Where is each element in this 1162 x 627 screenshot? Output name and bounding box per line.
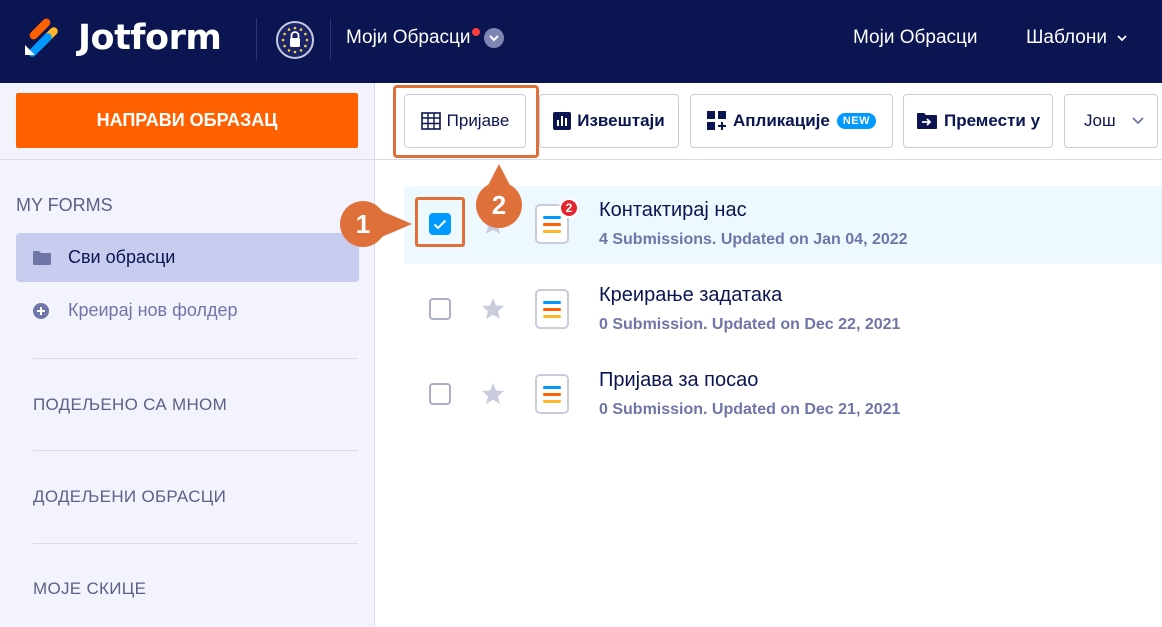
apps-label: Апликације	[732, 111, 830, 130]
sidebar: НАПРАВИ ОБРАЗАЦ MY FORMS Сви обрасци Кре…	[0, 83, 375, 627]
apps-grid-plus-icon	[706, 111, 727, 131]
move-folder-icon	[916, 112, 938, 130]
notification-dot	[471, 28, 480, 36]
form-meta: 4 Submissions. Updated on Jan 04, 2022	[599, 231, 908, 248]
my-forms-dropdown-label: Моји Обрасци	[346, 27, 471, 48]
form-title[interactable]: Контактирај нас	[599, 199, 747, 222]
divider	[0, 159, 374, 160]
annotation-step-2: 2	[476, 182, 522, 228]
form-checkbox[interactable]	[429, 298, 451, 320]
new-submissions-badge: 2	[559, 198, 579, 218]
chevron-down-icon	[1117, 34, 1127, 42]
my-forms-dropdown[interactable]: Моји Обрасци	[346, 27, 504, 49]
reports-button[interactable]: Извештаји	[539, 94, 679, 148]
sidebar-item-label: Сви обрасци	[68, 247, 176, 267]
divider	[33, 450, 358, 451]
divider	[33, 358, 358, 359]
header-divider	[256, 18, 257, 60]
more-dropdown-button[interactable]: Још	[1064, 94, 1158, 148]
jotform-logo[interactable]: Jotform	[22, 18, 222, 58]
sidebar-section-assigned-forms[interactable]: ДОДЕЉЕНИ ОБРАСЦИ	[33, 487, 226, 507]
jotform-logo-icon	[22, 18, 62, 58]
annotation-highlight-checkbox	[415, 197, 465, 247]
nav-my-forms-label: Моји Обрасци	[853, 27, 978, 48]
form-icon	[535, 289, 569, 329]
plus-circle-icon	[32, 302, 52, 320]
form-row[interactable]: Пријава за посао 0 Submission. Updated o…	[404, 356, 1162, 434]
top-navigation-bar: Jotform Моји Обрасци Моји Обрасци Шаблон…	[0, 0, 1162, 83]
sidebar-section-my-drafts[interactable]: МОЈЕ СКИЦЕ	[33, 579, 146, 599]
nav-templates-link[interactable]: Шаблони	[1026, 27, 1127, 49]
new-badge: NEW	[836, 113, 876, 129]
brand-name: Jotform	[78, 18, 222, 58]
divider	[33, 543, 358, 544]
form-meta: 0 Submission. Updated on Dec 21, 2021	[599, 401, 901, 418]
folder-icon	[32, 250, 52, 266]
apps-button[interactable]: Апликације NEW	[690, 94, 893, 148]
annotation-highlight-submissions	[393, 85, 539, 158]
my-forms-heading: MY FORMS	[16, 195, 113, 215]
sidebar-item-all-forms[interactable]: Сви обрасци	[16, 233, 359, 282]
form-row[interactable]: Креирање задатака 0 Submission. Updated …	[404, 271, 1162, 349]
move-to-button[interactable]: Премести у	[903, 94, 1053, 148]
form-checkbox[interactable]	[429, 383, 451, 405]
sidebar-item-create-folder[interactable]: Креирај нов фолдер	[16, 286, 359, 335]
create-form-button[interactable]: НАПРАВИ ОБРАЗАЦ	[16, 93, 358, 148]
bar-chart-icon	[553, 112, 572, 130]
chevron-down-icon	[1131, 117, 1144, 125]
more-label: Још	[1084, 111, 1116, 130]
sidebar-item-label: Креирај нов фолдер	[68, 300, 238, 320]
form-icon	[535, 374, 569, 414]
form-meta: 0 Submission. Updated on Dec 22, 2021	[599, 316, 901, 333]
reports-label: Извештаји	[577, 111, 665, 130]
header-divider	[330, 18, 331, 60]
annotation-step-1: 1	[340, 201, 386, 247]
form-title[interactable]: Пријава за посао	[599, 369, 758, 392]
form-title[interactable]: Креирање задатака	[599, 284, 782, 307]
sidebar-section-shared-with-me[interactable]: ПОДЕЉЕНО СА МНОМ	[33, 395, 227, 415]
favorite-star-icon[interactable]	[481, 382, 505, 410]
nav-templates-label: Шаблони	[1026, 27, 1107, 48]
nav-my-forms-link[interactable]: Моји Обрасци	[853, 27, 978, 49]
favorite-star-icon[interactable]	[481, 297, 505, 325]
chevron-down-icon	[483, 28, 504, 48]
eu-gdpr-lock-icon[interactable]	[276, 21, 314, 59]
move-to-label: Премести у	[943, 111, 1041, 130]
